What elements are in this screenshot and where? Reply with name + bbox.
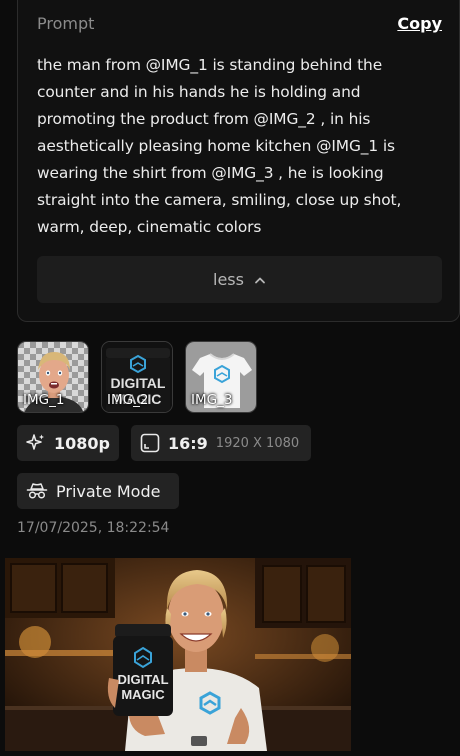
prompt-text: the man from @IMG_1 is standing behind t… [37, 52, 447, 241]
jar-logo-line2: MAGIC [121, 687, 165, 702]
generated-image[interactable]: DIGITAL MAGIC [5, 558, 351, 751]
reference-image-1[interactable]: IMG_1 [17, 341, 89, 413]
prompt-line: straight into the camera, smiling, close… [37, 191, 402, 209]
reference-image-2[interactable]: DIGITAL MAGIC IMG_2 [101, 341, 173, 413]
resolution-value: 1920 X 1080 [215, 435, 300, 451]
prompt-line: aesthetically pleasing home kitchen @IMG… [37, 137, 395, 155]
prompt-line: promoting the product from @IMG_2 , in h… [37, 110, 371, 128]
privacy-value: Private Mode [56, 481, 161, 501]
quality-value: 1080p [54, 433, 110, 453]
private-mode-chip: Private Mode [17, 473, 179, 509]
jar-logo-line1: DIGITAL [117, 672, 168, 687]
aspect-ratio-icon [140, 433, 160, 453]
reference-image-3[interactable]: IMG_3 [185, 341, 257, 413]
reference-label: IMG_3 [191, 392, 233, 408]
incognito-icon [26, 483, 48, 499]
quality-chip: 1080p [17, 425, 119, 461]
prompt-line: the man from @IMG_1 is standing behind t… [37, 56, 383, 74]
copy-button[interactable]: Copy [397, 14, 442, 33]
sparkle-icon [26, 434, 44, 450]
prompt-line: counter and in his hands he is holding a… [37, 83, 361, 101]
aspect-ratio-value: 16:9 [168, 433, 208, 453]
prompt-line: wearing the shirt from @IMG_3 , he is lo… [37, 164, 384, 182]
prompt-label: Prompt [37, 14, 95, 33]
reference-label: IMG_2 [107, 392, 149, 408]
reference-label: IMG_1 [23, 392, 65, 408]
less-label: less [213, 270, 244, 289]
generated-kitchen-scene-image: DIGITAL MAGIC [5, 558, 351, 751]
prompt-line: warm, deep, cinematic colors [37, 218, 262, 236]
prompt-card: Prompt Copy the man from @IMG_1 is stand… [17, 0, 460, 322]
aspect-ratio-chip: 16:9 1920 X 1080 [131, 425, 311, 461]
generation-timestamp: 17/07/2025, 18:22:54 [17, 520, 170, 536]
logo-text-line1: DIGITAL [111, 375, 166, 391]
collapse-prompt-button[interactable]: less [37, 256, 442, 303]
chevron-up-icon [255, 277, 265, 283]
